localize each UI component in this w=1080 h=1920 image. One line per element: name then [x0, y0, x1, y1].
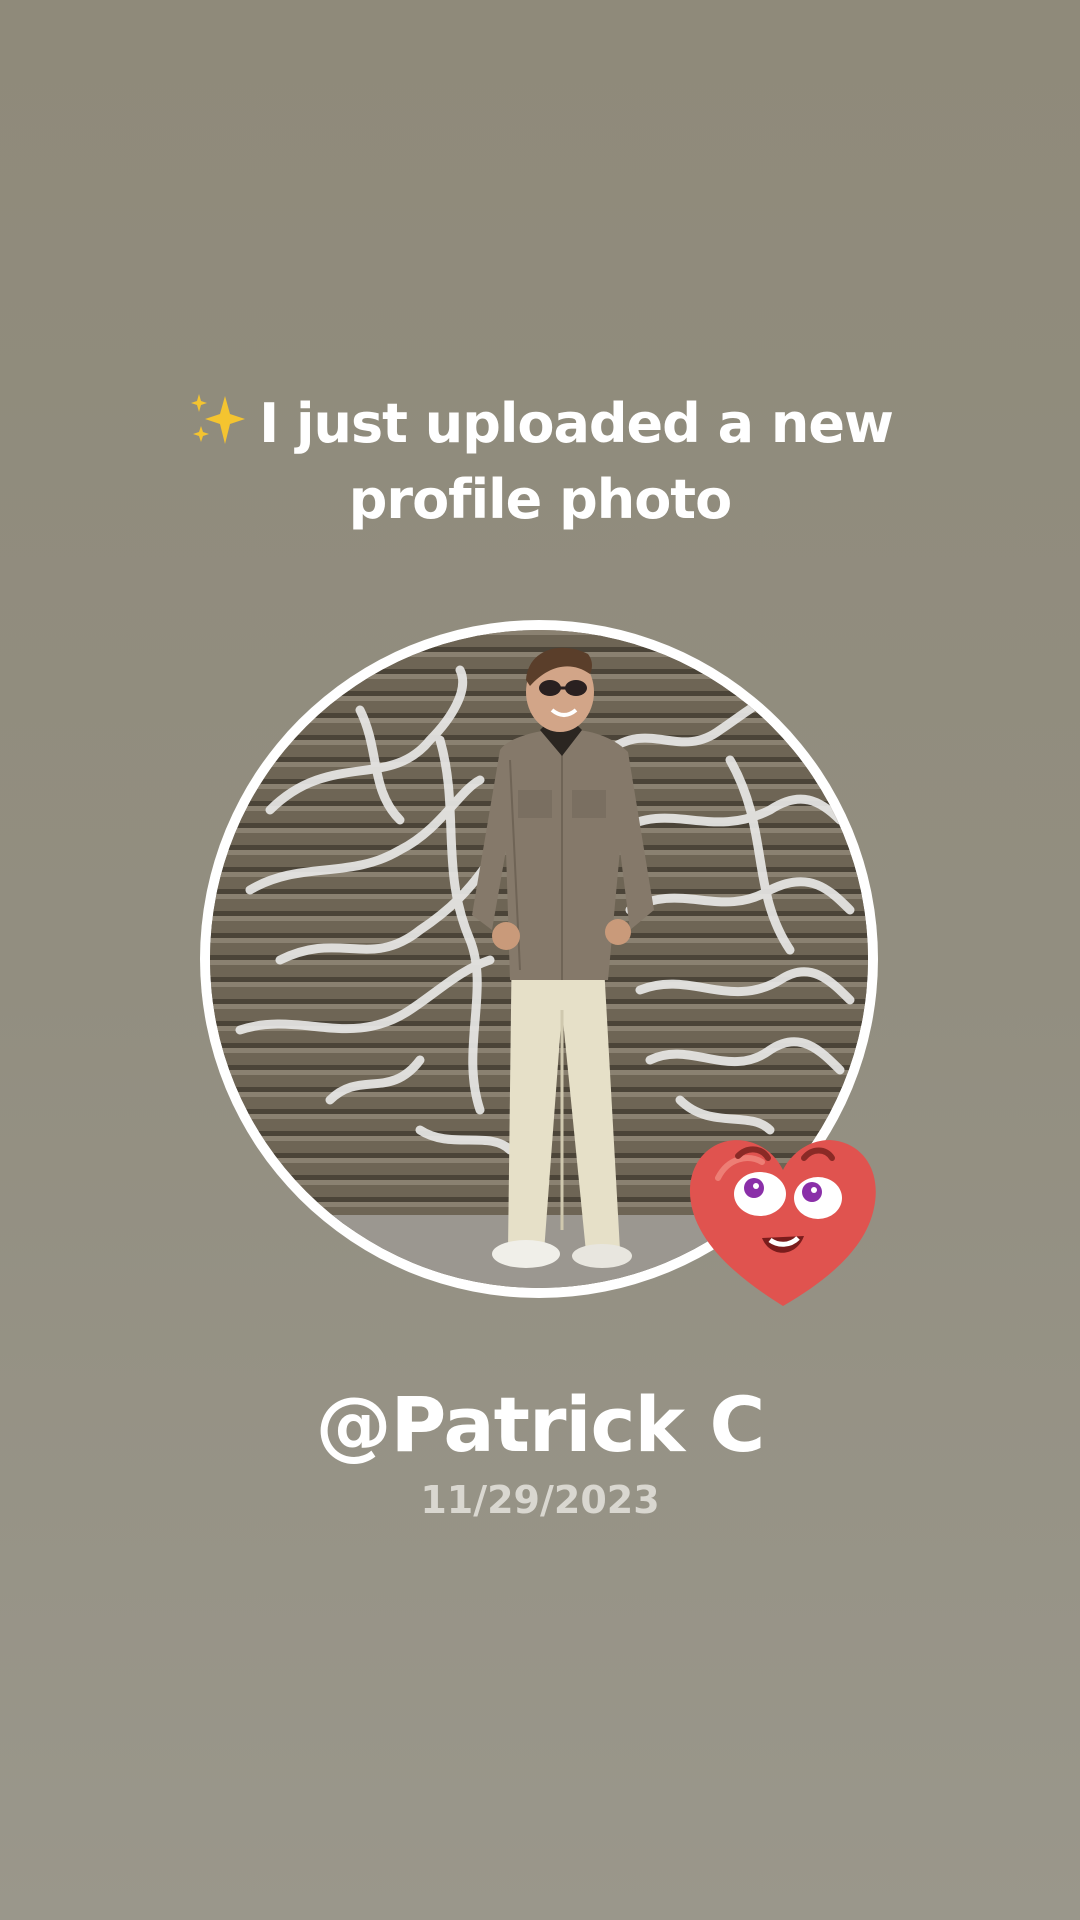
headline-text-1: I just uploaded a new [259, 392, 894, 455]
headline-line-1: I just uploaded a new [140, 386, 940, 462]
post-date: 11/29/2023 [420, 1478, 660, 1522]
sparkles-icon [187, 392, 247, 448]
username[interactable]: @Patrick C [0, 1380, 1080, 1469]
headline-line-2: profile photo [348, 468, 732, 531]
heart-face-icon [678, 1118, 888, 1328]
headline: I just uploaded a new profile photo [140, 386, 940, 538]
